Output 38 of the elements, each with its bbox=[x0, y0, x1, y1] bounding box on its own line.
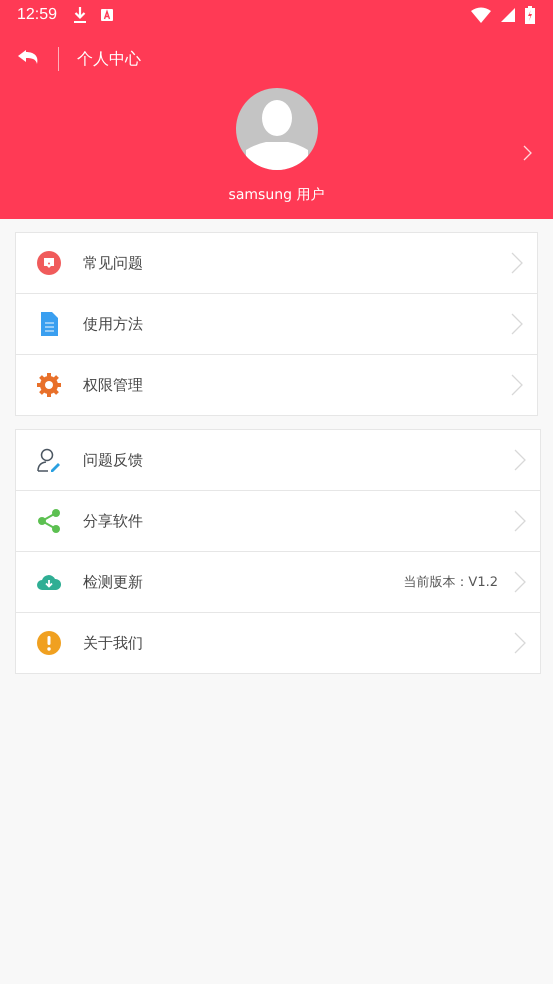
avatar-icon bbox=[236, 88, 318, 170]
menu-item[interactable]: 分享软件 bbox=[16, 490, 540, 551]
chevron-right-icon bbox=[511, 313, 523, 335]
question-bubble-icon bbox=[36, 250, 62, 276]
chevron-right-icon bbox=[514, 510, 526, 532]
menu-label: 权限管理 bbox=[83, 376, 144, 394]
exclamation-icon bbox=[36, 630, 62, 656]
chevron-right-icon bbox=[523, 145, 533, 161]
user-edit-icon bbox=[36, 447, 62, 473]
username: samsung 用户 bbox=[228, 186, 324, 204]
chevron-right-icon bbox=[511, 374, 523, 396]
chevron-right-icon bbox=[514, 571, 526, 593]
page-title: 个人中心 bbox=[77, 48, 141, 70]
menu-item[interactable]: 检测更新 当前版本：V1.2 bbox=[16, 551, 540, 612]
menu-item[interactable]: 常见问题 bbox=[16, 233, 537, 293]
download-icon bbox=[73, 6, 88, 24]
menu-item[interactable]: 使用方法 bbox=[16, 293, 537, 354]
battery-icon bbox=[525, 6, 535, 24]
menu-label: 检测更新 bbox=[83, 572, 144, 592]
menu-item[interactable]: 权限管理 bbox=[16, 354, 537, 415]
chevron-right-icon bbox=[514, 449, 526, 471]
wifi-icon bbox=[471, 7, 491, 23]
share-icon bbox=[36, 508, 62, 534]
signal-icon bbox=[501, 8, 515, 22]
menu-label: 关于我们 bbox=[83, 634, 144, 652]
status-time: 12:59 bbox=[17, 6, 58, 24]
menu-label: 常见问题 bbox=[83, 254, 144, 272]
chevron-right-icon bbox=[511, 252, 523, 274]
app-notification-icon bbox=[101, 9, 114, 21]
chevron-right-icon bbox=[514, 632, 526, 654]
profile-header[interactable]: samsung 用户 bbox=[0, 88, 553, 219]
gear-icon bbox=[36, 372, 62, 398]
menu-item[interactable]: 关于我们 bbox=[16, 612, 540, 673]
menu-item[interactable]: 问题反馈 bbox=[16, 430, 540, 490]
version-text: 当前版本：V1.2 bbox=[403, 574, 498, 591]
menu-label: 问题反馈 bbox=[83, 450, 144, 470]
menu-label: 使用方法 bbox=[83, 314, 144, 334]
menu-label: 分享软件 bbox=[83, 512, 144, 530]
